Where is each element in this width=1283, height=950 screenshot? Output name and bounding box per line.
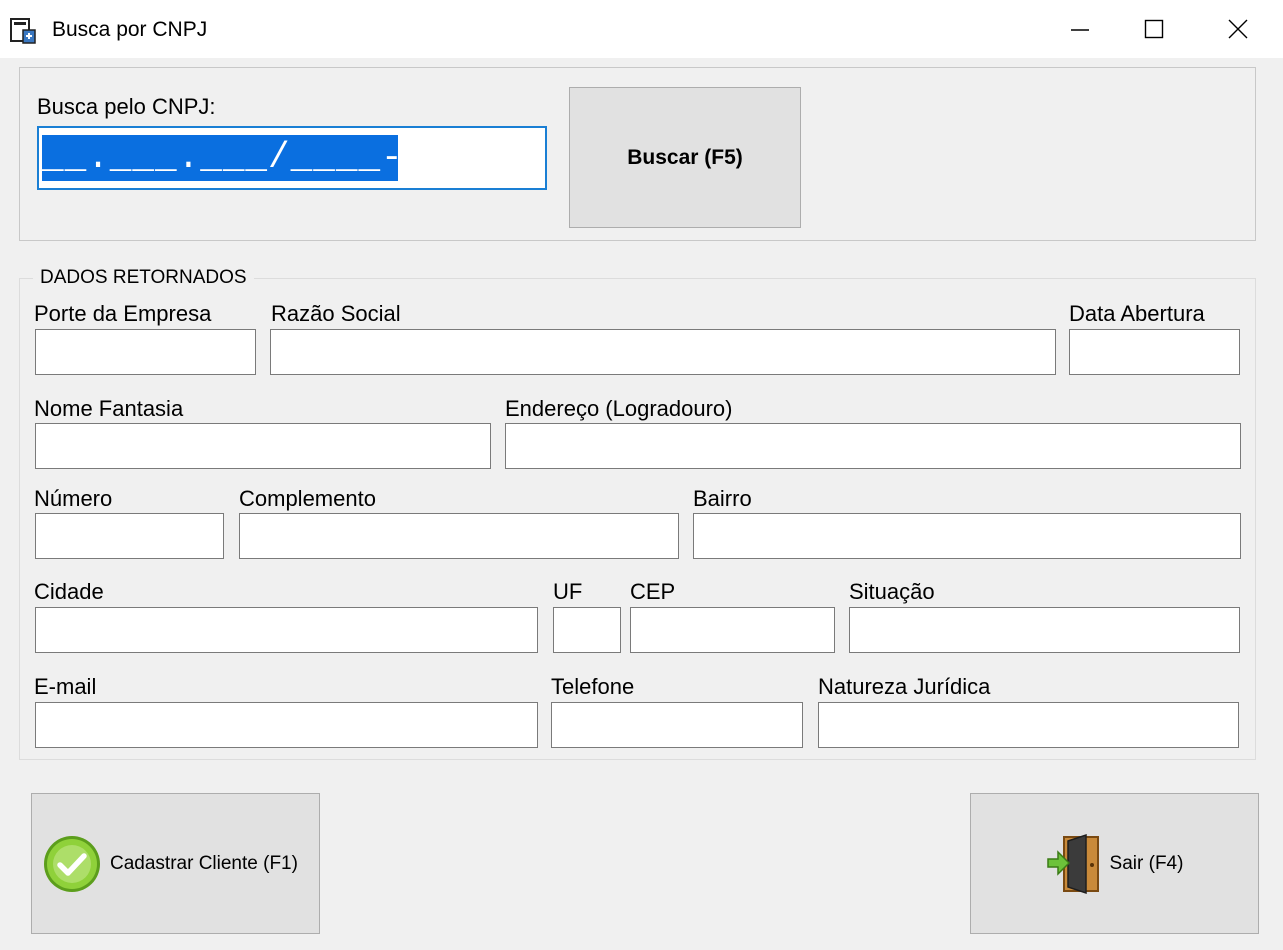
exit-door-icon: [1046, 833, 1099, 894]
maximize-button[interactable]: [1122, 0, 1186, 58]
document-window-icon: [10, 18, 36, 44]
natureza-juridica-field[interactable]: [818, 702, 1239, 748]
uf-field[interactable]: [553, 607, 621, 653]
cnpj-label: Busca pelo CNPJ:: [37, 94, 216, 119]
buscar-button[interactable]: Buscar (F5): [569, 87, 801, 228]
endereco-label: Endereço (Logradouro): [505, 396, 733, 421]
razao-social-field[interactable]: [270, 329, 1056, 375]
cnpj-input[interactable]: __.___.___/____-__: [37, 126, 547, 190]
cnpj-mask-selection: __.___.___/____-__: [42, 135, 398, 181]
razao-social-label: Razão Social: [271, 301, 401, 326]
email-label: E-mail: [34, 674, 97, 699]
close-button[interactable]: [1206, 0, 1270, 58]
porte-field[interactable]: [35, 329, 256, 375]
cep-field[interactable]: [630, 607, 835, 653]
minimize-icon: [1071, 29, 1089, 31]
check-circle-icon: [44, 835, 100, 892]
cep-label: CEP: [630, 579, 676, 604]
nome-fantasia-label: Nome Fantasia: [34, 396, 184, 421]
cidade-label: Cidade: [34, 579, 104, 604]
telefone-label: Telefone: [551, 674, 635, 699]
cadastrar-cliente-label: Cadastrar Cliente (F1): [110, 852, 298, 874]
close-icon: [1228, 19, 1248, 39]
porte-label: Porte da Empresa: [34, 301, 212, 326]
title-bar: Busca por CNPJ: [0, 0, 1283, 58]
cadastrar-cliente-button[interactable]: Cadastrar Cliente (F1): [31, 793, 320, 934]
sair-button[interactable]: Sair (F4): [970, 793, 1259, 934]
bairro-label: Bairro: [693, 486, 752, 511]
complemento-field[interactable]: [239, 513, 679, 559]
data-abertura-field[interactable]: [1069, 329, 1240, 375]
numero-field[interactable]: [35, 513, 224, 559]
dados-retornados-legend: DADOS RETORNADOS: [33, 265, 254, 291]
data-abertura-label: Data Abertura: [1069, 301, 1205, 326]
natureza-juridica-label: Natureza Jurídica: [818, 674, 991, 699]
nome-fantasia-field[interactable]: [35, 423, 491, 469]
uf-label: UF: [553, 579, 583, 604]
situacao-label: Situação: [849, 579, 935, 604]
minimize-button[interactable]: [1048, 0, 1112, 58]
maximize-icon: [1144, 19, 1164, 39]
bairro-field[interactable]: [693, 513, 1241, 559]
telefone-field[interactable]: [551, 702, 803, 748]
window-title: Busca por CNPJ: [52, 18, 208, 41]
complemento-label: Complemento: [239, 486, 376, 511]
numero-label: Número: [34, 486, 113, 511]
endereco-field[interactable]: [505, 423, 1241, 469]
cidade-field[interactable]: [35, 607, 538, 653]
email-field[interactable]: [35, 702, 538, 748]
sair-label: Sair (F4): [1109, 852, 1184, 874]
situacao-field[interactable]: [849, 607, 1240, 653]
